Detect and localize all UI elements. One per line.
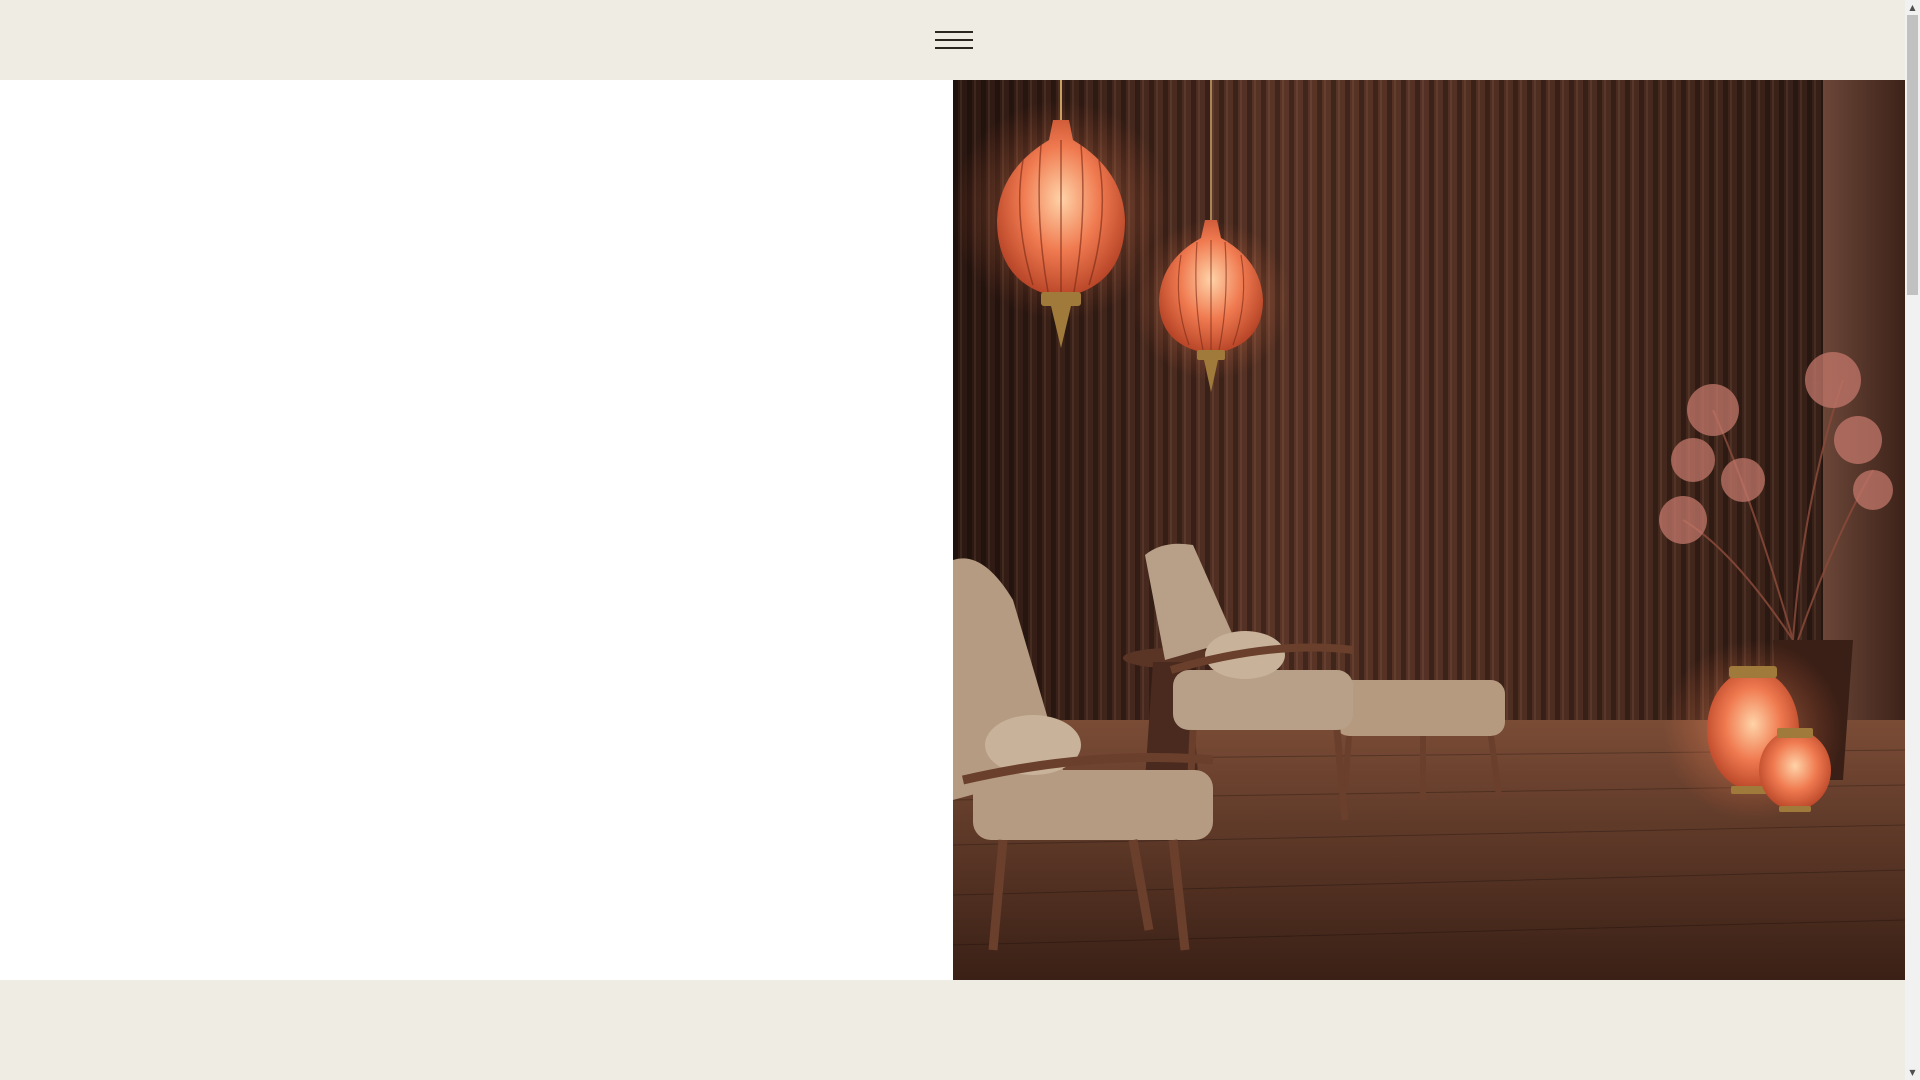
scroll-down-arrow-icon[interactable]: ▼ (1905, 1065, 1920, 1080)
page-scrollbar[interactable]: ▲ ▼ (1905, 0, 1920, 1080)
menu-line (935, 31, 973, 33)
menu-line (935, 39, 973, 41)
footer-strip (0, 980, 1905, 1080)
site-header (0, 0, 1905, 80)
hamburger-menu-icon[interactable] (935, 30, 973, 50)
menu-line (935, 47, 973, 49)
hero-blank-panel (0, 80, 953, 980)
page-viewport (0, 0, 1905, 1080)
scroll-up-arrow-icon[interactable]: ▲ (1905, 0, 1920, 15)
hero-section (0, 80, 1905, 980)
scrollbar-thumb[interactable] (1907, 15, 1918, 295)
spa-lounge-photo (953, 80, 1905, 980)
